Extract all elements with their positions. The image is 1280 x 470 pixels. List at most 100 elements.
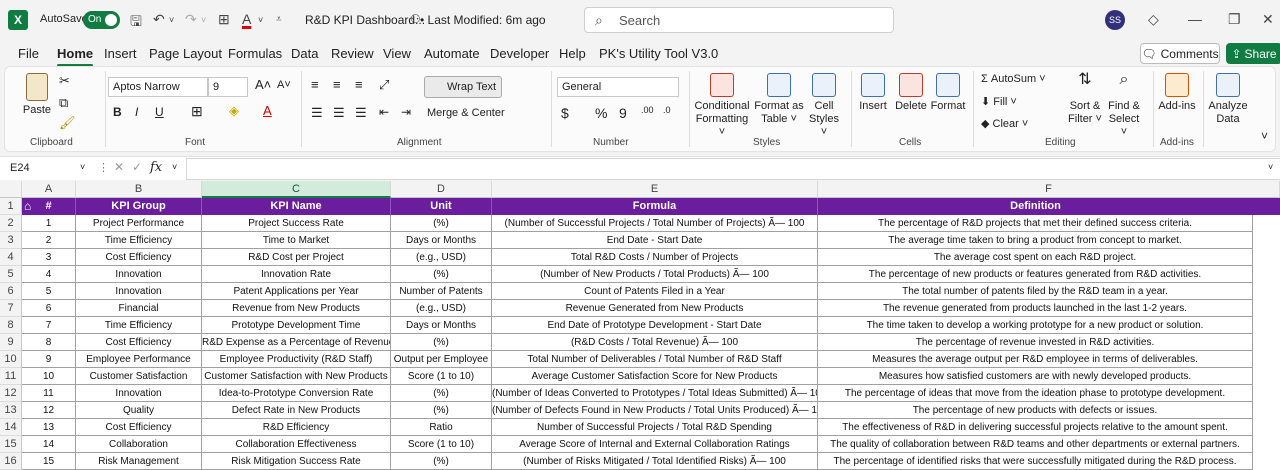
fx-dropdown-icon[interactable]: ˅	[172, 162, 177, 172]
row-header[interactable]: 6	[0, 283, 22, 300]
tab-view[interactable]: View	[383, 46, 411, 61]
cell-kpi-group[interactable]: Time Efficiency	[76, 232, 202, 249]
cell-unit[interactable]: Days or Months	[391, 232, 492, 249]
tab-formulas[interactable]: Formulas	[228, 46, 282, 61]
cell-kpi-name[interactable]: Employee Productivity (R&D Staff)	[202, 351, 391, 368]
row-header[interactable]: 15	[0, 436, 22, 453]
document-title[interactable]: R&D KPI Dashboard...	[305, 13, 425, 27]
cell-kpi-name[interactable]: Time to Market	[202, 232, 391, 249]
cell-kpi-name[interactable]: Risk Mitigation Success Rate	[202, 453, 391, 470]
cell-formula[interactable]: Total R&D Costs / Number of Projects	[492, 249, 818, 266]
tab-help[interactable]: Help	[559, 46, 586, 61]
font-color-icon[interactable]: A	[242, 11, 251, 27]
number-format-combo[interactable]: General	[557, 77, 679, 97]
formula-input[interactable]	[186, 158, 1280, 180]
row-header[interactable]: 1	[0, 198, 22, 215]
cell-definition[interactable]: The percentage of new products or featur…	[818, 266, 1253, 283]
insert-function-icon[interactable]: fx	[150, 160, 162, 175]
autosave-toggle[interactable]: On	[83, 11, 120, 29]
cell-number[interactable]: 6	[22, 300, 76, 317]
enter-icon[interactable]: ✓	[132, 160, 142, 174]
format-painter-icon[interactable]: 🖌	[59, 115, 76, 131]
autosum-button[interactable]: Σ AutoSum ˅	[981, 73, 1046, 85]
cell-number[interactable]: 12	[22, 402, 76, 419]
font-size-combo[interactable]: 9	[208, 77, 248, 97]
cell-formula[interactable]: (Number of Successful Projects / Total N…	[492, 215, 818, 232]
cell-kpi-name[interactable]: Project Success Rate	[202, 215, 391, 232]
cell-number[interactable]: 3	[22, 249, 76, 266]
cell-number[interactable]: 15	[22, 453, 76, 470]
minimize-icon[interactable]: —	[1188, 11, 1202, 27]
cell-number[interactable]: 2	[22, 232, 76, 249]
cell-number[interactable]: 7	[22, 317, 76, 334]
row-header[interactable]: 13	[0, 402, 22, 419]
cell-unit[interactable]: Score (1 to 10)	[391, 368, 492, 385]
cell-number[interactable]: 4	[22, 266, 76, 283]
cell-definition[interactable]: The revenue generated from products laun…	[818, 300, 1253, 317]
cell-number[interactable]: 11	[22, 385, 76, 402]
cell-kpi-group[interactable]: Project Performance	[76, 215, 202, 232]
cell-kpi-group[interactable]: Cost Efficiency	[76, 334, 202, 351]
worksheet-grid[interactable]: A B C D E F 1 2 3 4 5 6 7 8 9 10 11 12 13 14 15 16 ⌂ # …	[0, 181, 1280, 470]
cell-kpi-name[interactable]: R&D Expense as a Percentage of Revenue	[202, 334, 391, 351]
cell-definition[interactable]: The percentage of revenue invested in R&…	[818, 334, 1253, 351]
tab-home[interactable]: Home	[57, 46, 94, 67]
cell-unit[interactable]: Score (1 to 10)	[391, 436, 492, 453]
increase-indent-icon[interactable]: ⇥	[401, 105, 411, 119]
column-header-e[interactable]: E	[492, 181, 818, 198]
avatar[interactable]: SS	[1105, 10, 1125, 30]
comments-button[interactable]: 🗨 Comments	[1140, 43, 1220, 64]
cell-unit[interactable]: Output per Employee	[391, 351, 492, 368]
cancel-icon[interactable]: ✕	[114, 160, 124, 174]
currency-icon[interactable]: $	[561, 105, 569, 121]
cell-kpi-name[interactable]: Defect Rate in New Products	[202, 402, 391, 419]
row-header[interactable]: 9	[0, 334, 22, 351]
conditional-formatting-button[interactable]: Conditional Formatting ˅	[691, 73, 753, 139]
row-header[interactable]: 12	[0, 385, 22, 402]
cell-formula[interactable]: Revenue Generated from New Products	[492, 300, 818, 317]
cut-icon[interactable]: ✂	[59, 73, 70, 89]
italic-button[interactable]: I	[135, 105, 138, 119]
column-header-f[interactable]: F	[818, 181, 1280, 198]
restore-icon[interactable]: ❐	[1228, 11, 1241, 28]
cell-styles-button[interactable]: Cell Styles ˅	[805, 73, 843, 139]
cell-definition[interactable]: Measures the average output per R&D empl…	[818, 351, 1253, 368]
cell-unit[interactable]: (%)	[391, 385, 492, 402]
align-top-icon[interactable]: ≡	[311, 77, 319, 92]
cell-definition[interactable]: The percentage of new products with defe…	[818, 402, 1253, 419]
format-cells-button[interactable]: Format	[929, 73, 967, 113]
cell-definition[interactable]: The quality of collaboration between R&D…	[818, 436, 1253, 453]
orientation-icon[interactable]: ⤢	[379, 77, 389, 93]
cell-formula[interactable]: (Number of Ideas Converted to Prototypes…	[492, 385, 818, 402]
cell-unit[interactable]: Number of Patents	[391, 283, 492, 300]
comma-icon[interactable]: 9	[619, 105, 627, 121]
align-middle-icon[interactable]: ≡	[333, 77, 341, 92]
tab-data[interactable]: Data	[291, 46, 318, 61]
increase-decimal-icon[interactable]: .00	[641, 105, 654, 115]
cell-unit[interactable]: (e.g., USD)	[391, 300, 492, 317]
percent-icon[interactable]: %	[595, 105, 607, 121]
underline-button[interactable]: U	[155, 105, 164, 119]
cell-kpi-name[interactable]: Revenue from New Products	[202, 300, 391, 317]
cell-kpi-name[interactable]: R&D Cost per Project	[202, 249, 391, 266]
last-modified[interactable]: • Last Modified: 6m ago	[420, 13, 546, 27]
cell-number[interactable]: 13	[22, 419, 76, 436]
cell-formula[interactable]: End Date of Prototype Development - Star…	[492, 317, 818, 334]
column-header-d[interactable]: D	[391, 181, 492, 198]
cell-formula[interactable]: Number of Successful Projects / Total R&…	[492, 419, 818, 436]
share-button[interactable]: ⇪ Share	[1226, 43, 1280, 64]
row-header[interactable]: 4	[0, 249, 22, 266]
row-header[interactable]: 16	[0, 453, 22, 470]
cell-unit[interactable]: (%)	[391, 215, 492, 232]
tab-review[interactable]: Review	[331, 46, 374, 61]
cell-definition[interactable]: The effectiveness of R&D in delivering s…	[818, 419, 1253, 436]
cell-formula[interactable]: Count of Patents Filed in a Year	[492, 283, 818, 300]
font-color-button-icon[interactable]: A	[263, 103, 272, 118]
cell-definition[interactable]: The percentage of ideas that move from t…	[818, 385, 1253, 402]
cell-number[interactable]: 1	[22, 215, 76, 232]
cell-kpi-group[interactable]: Quality	[76, 402, 202, 419]
paste-button[interactable]: Paste	[19, 73, 55, 117]
tab-developer[interactable]: Developer	[490, 46, 549, 61]
borders-button-icon[interactable]: ⊞	[191, 103, 203, 120]
row-header[interactable]: 10	[0, 351, 22, 368]
